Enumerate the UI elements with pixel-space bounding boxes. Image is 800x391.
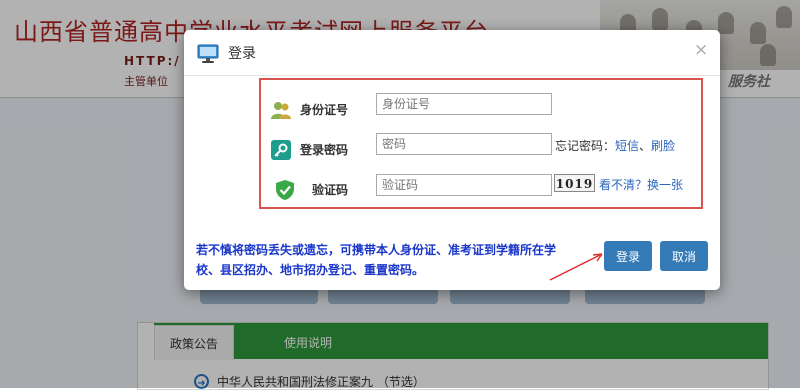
dialog-header: 登录 ×: [184, 30, 720, 76]
key-icon: [271, 140, 291, 160]
password-input[interactable]: [376, 133, 552, 155]
login-dialog: 登录 × 身份证号 登录密码 忘记密码：短信、刷脸 验证码 1019 看不清？换…: [184, 30, 720, 290]
monitor-icon: [197, 44, 219, 63]
password-label: 登录密码: [300, 143, 349, 157]
close-icon[interactable]: ×: [694, 40, 708, 60]
separator: 、: [639, 139, 652, 153]
shield-check-icon: [276, 180, 294, 200]
captcha-input[interactable]: [376, 174, 552, 196]
captcha-image[interactable]: 1019: [554, 174, 595, 192]
user-icon: [271, 102, 291, 119]
id-number-input[interactable]: [376, 93, 552, 115]
id-number-label: 身份证号: [300, 103, 349, 117]
annotation-arrow: [549, 253, 603, 281]
cancel-button[interactable]: 取消: [660, 241, 708, 271]
face-reset-link[interactable]: 刷脸: [651, 139, 675, 153]
password-recovery-notice: 若不慎将密码丢失或遗忘，可携带本人身份证、准考证到学籍所在学校、县区招办、地市招…: [196, 243, 557, 277]
captcha-label: 验证码: [312, 183, 349, 197]
dialog-title: 登录: [228, 46, 256, 62]
sms-reset-link[interactable]: 短信: [615, 139, 639, 153]
forgot-password: 忘记密码：短信、刷脸: [555, 137, 675, 154]
forgot-password-label: 忘记密码：: [555, 139, 616, 153]
captcha-refresh-link[interactable]: 看不清？换一张: [599, 176, 683, 193]
login-button[interactable]: 登录: [604, 241, 652, 271]
